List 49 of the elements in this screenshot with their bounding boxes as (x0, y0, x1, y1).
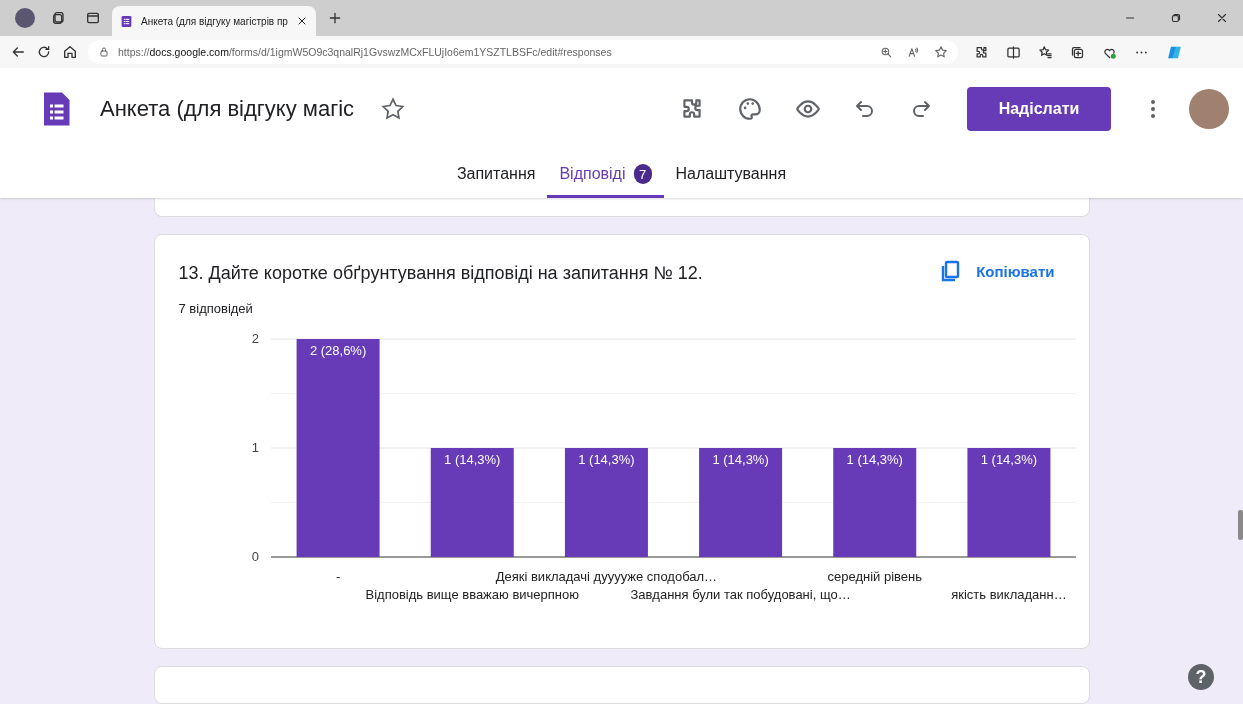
axis-tick-label: 2 (251, 331, 259, 347)
bar-value-label: 1 (14,3%) (443, 452, 500, 468)
question-title: 13. Дайте коротке обґрунтування відповіді на запитання № 12. (178, 262, 704, 285)
restore-icon[interactable] (1169, 11, 1183, 25)
response-count-badge: 7 (633, 164, 652, 184)
bar-value-label: 1 (14,3%) (980, 452, 1037, 468)
form-tab[interactable]: Налаштування (663, 150, 799, 198)
profile-avatar[interactable] (15, 8, 35, 28)
forms-favicon-icon (120, 14, 133, 28)
star-icon[interactable] (380, 96, 406, 122)
axis-tick-label: 0 (251, 549, 259, 565)
help-button[interactable]: ? (1188, 664, 1214, 690)
zoom-in-icon[interactable] (880, 45, 893, 59)
home-icon[interactable] (62, 44, 78, 60)
bar-value-label: 1 (14,3%) (711, 452, 769, 468)
favorites-icon[interactable] (1038, 44, 1053, 60)
back-arrow-icon[interactable] (10, 44, 26, 60)
tab-title: Анкета (для відгуку магістрів пр (141, 15, 288, 27)
star-icon[interactable] (934, 45, 948, 59)
category-label: Деякі викладачі дууууже сподобал… (495, 569, 717, 585)
lock-icon (98, 46, 110, 58)
bar-value-label: 1 (14,3%) (577, 452, 635, 468)
category-label: якість викладанн… (950, 587, 1067, 603)
bar-value-label: 1 (14,3%) (846, 452, 903, 468)
scrollbar-thumb[interactable] (1238, 510, 1243, 540)
extensions-icon[interactable] (974, 44, 989, 60)
read-aloud-icon[interactable] (907, 45, 920, 59)
category-label: - (335, 569, 340, 585)
copy-button[interactable]: Копіювати (938, 255, 1055, 288)
send-button[interactable]: Надіслати (967, 87, 1111, 131)
category-label: середній рівень (827, 569, 922, 585)
form-title[interactable]: Анкета (для відгуку магіс (100, 96, 380, 122)
form-tab[interactable]: Запитання (444, 150, 548, 198)
close-icon[interactable] (1215, 11, 1229, 25)
user-avatar[interactable] (1189, 89, 1229, 129)
palette-icon[interactable] (737, 96, 763, 122)
url-text: https://docs.google.com/forms/d/1igmW5O9c3qnalRj1GvswzMCxFLUjIo6em1YSZTLBSFc/edit#responses (118, 46, 612, 58)
split-screen-icon[interactable] (1006, 44, 1021, 60)
browser-tab[interactable]: Анкета (для відгуку магістрів пр (112, 6, 316, 36)
bar-value-label: 2 (28,6%) (309, 343, 366, 359)
collections-icon[interactable] (1070, 44, 1085, 60)
refresh-icon[interactable] (36, 44, 52, 60)
axis-tick-label: 1 (251, 440, 259, 456)
category-label: Завдання були так побудовані, що… (629, 587, 851, 603)
category-label: Відповідь вище вважаю вичерпною (365, 587, 579, 603)
address-bar[interactable]: https://docs.google.com/forms/d/1igmW5O9c3qnalRj1GvswzMCxFLUjIo6em1YSZTLBSFc/edit#responses (88, 40, 958, 64)
workspaces-icon[interactable] (51, 10, 67, 26)
tab-actions-icon[interactable] (85, 10, 101, 26)
response-count: 7 відповідей (177, 300, 254, 317)
